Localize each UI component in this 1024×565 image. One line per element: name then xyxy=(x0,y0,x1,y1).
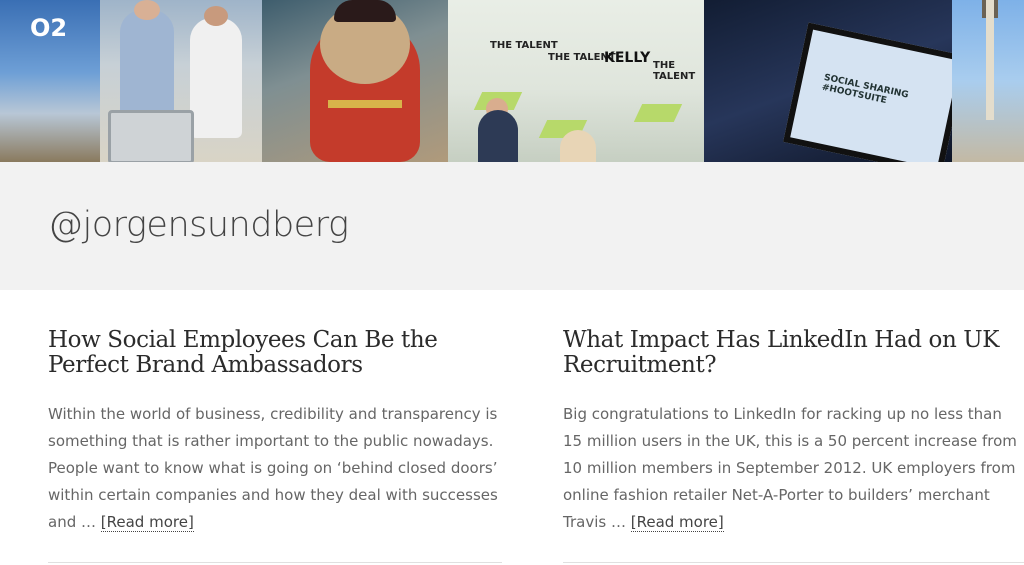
bear-trim-shape xyxy=(328,100,402,108)
panelist-shape xyxy=(478,110,518,162)
kelly-logo: KELLY xyxy=(604,50,651,66)
post-title-link[interactable]: What Impact Has LinkedIn Had on UK Recru… xyxy=(563,328,1023,378)
o2-logo: O2 xyxy=(30,14,68,42)
bear-hat-shape xyxy=(334,0,396,22)
banner-photo-teddy-bear xyxy=(262,0,448,162)
talent-sign: THE TALENT xyxy=(653,60,696,82)
page-title: @jorgensundberg xyxy=(48,205,349,245)
banner-photo-interview xyxy=(100,0,262,162)
post-card: What Impact Has LinkedIn Had on UK Recru… xyxy=(563,328,1023,536)
banner-photo-city-street: O2 xyxy=(0,0,100,162)
read-more-link[interactable]: [Read more] xyxy=(100,513,194,532)
person-head xyxy=(134,0,160,20)
post-excerpt: Within the world of business, credibilit… xyxy=(48,401,508,536)
panelist-shape xyxy=(560,130,596,162)
read-more-link[interactable]: [Read more] xyxy=(630,513,724,532)
column-shape xyxy=(986,0,994,120)
camera-shape xyxy=(108,110,194,162)
post-title-link[interactable]: How Social Employees Can Be the Perfect … xyxy=(48,328,508,378)
banner-photo-trafalgar xyxy=(952,0,1024,162)
banner-photo-laptop: SOCIAL SHARING #HOOTSUITE xyxy=(704,0,952,162)
talent-sign: THE TALENT xyxy=(490,40,558,51)
person-shape xyxy=(190,18,242,138)
post-card: How Social Employees Can Be the Perfect … xyxy=(48,328,508,536)
header-banner-collage: O2 THE TALENT THE TALENT THE TALENT KELL… xyxy=(0,0,1024,162)
banner-photo-panel-event: THE TALENT THE TALENT THE TALENT KELLY xyxy=(448,0,704,162)
person-shape xyxy=(120,10,174,120)
person-head xyxy=(204,6,228,26)
post-excerpt: Big congratulations to LinkedIn for rack… xyxy=(563,401,1023,536)
leaf-decoration xyxy=(633,104,683,122)
post-divider xyxy=(563,562,1024,563)
post-divider xyxy=(48,562,502,563)
